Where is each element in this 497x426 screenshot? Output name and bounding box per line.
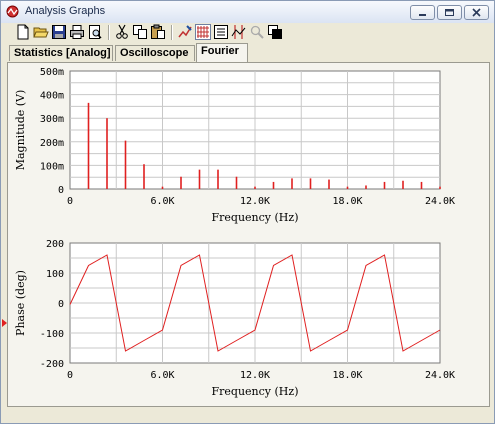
maximize-button[interactable]	[437, 5, 462, 20]
status-bar	[1, 407, 494, 423]
copy-icon	[133, 25, 147, 39]
toggle-legend-icon	[214, 25, 228, 39]
magnitude-chart: 0 100m 200m 300m 400m 500m 0 6.0K 12.0K 18.0K 24.…	[14, 67, 455, 224]
toggle-grid-button[interactable]	[195, 24, 211, 40]
print-button[interactable]	[69, 24, 85, 40]
tab-statistics-analog[interactable]: Statistics [Analog]	[9, 45, 113, 61]
print-icon	[70, 25, 84, 39]
open-button[interactable]	[33, 24, 49, 40]
cursors-icon	[231, 25, 246, 39]
magnitude-y-tick-labels: 0 100m 200m 300m 400m 500m	[40, 67, 64, 196]
zoom-button[interactable]	[249, 24, 265, 40]
minimize-button[interactable]	[410, 5, 435, 20]
paste-button[interactable]	[150, 24, 166, 40]
save-icon	[52, 25, 66, 39]
close-icon	[472, 8, 481, 17]
cursors-button[interactable]	[231, 24, 247, 40]
graph-properties-button[interactable]	[177, 24, 193, 40]
x-tick-label: 24.0K	[425, 370, 455, 381]
toolbar	[1, 23, 494, 43]
maximize-icon	[445, 9, 454, 16]
x-tick-label: 18.0K	[332, 196, 362, 207]
reverse-colors-icon	[268, 25, 282, 39]
y-tick-label: 100m	[40, 161, 64, 172]
y-tick-label: 200m	[40, 138, 64, 149]
new-file-icon	[17, 24, 29, 40]
trace-select-marker[interactable]	[2, 319, 7, 327]
graph-properties-icon	[178, 25, 192, 38]
open-folder-icon	[33, 27, 49, 38]
toggle-grid-icon	[197, 26, 209, 38]
window-title: Analysis Graphs	[25, 5, 106, 17]
magnitude-y-axis-label: Magnitude (V)	[14, 90, 27, 171]
fourier-charts: 0 100m 200m 300m 400m 500m 0 6.0K 12.0K 18.0K 24.…	[14, 67, 455, 398]
close-button[interactable]	[464, 5, 489, 20]
y-tick-label: 300m	[40, 114, 64, 125]
x-tick-label: 0	[67, 370, 73, 381]
tab-oscilloscope[interactable]: Oscilloscope	[115, 45, 195, 61]
zoom-icon	[250, 25, 264, 39]
x-tick-label: 0	[67, 196, 73, 207]
new-file-button[interactable]	[15, 24, 31, 40]
x-tick-label: 12.0K	[240, 196, 270, 207]
analysis-graph-icon	[6, 5, 19, 18]
y-tick-label: 400m	[40, 91, 64, 102]
phase-y-axis-label: Phase (deg)	[14, 270, 27, 336]
y-tick-label: -200	[40, 359, 64, 370]
y-tick-label: 100	[46, 269, 64, 280]
save-button[interactable]	[51, 24, 67, 40]
x-tick-label: 6.0K	[150, 370, 174, 381]
toolbar-separator	[171, 25, 173, 40]
magnitude-x-tick-labels: 0 6.0K 12.0K 18.0K 24.0K	[67, 196, 455, 207]
magnitude-x-axis-label: Frequency (Hz)	[212, 211, 299, 224]
title-bar[interactable]: Analysis Graphs	[1, 1, 494, 24]
y-tick-label: 200	[46, 239, 64, 250]
tab-fourier[interactable]: Fourier	[196, 43, 248, 62]
copy-button[interactable]	[132, 24, 148, 40]
reverse-colors-button[interactable]	[267, 24, 283, 40]
toolbar-separator	[108, 25, 110, 40]
print-preview-icon	[89, 25, 102, 39]
phase-y-tick-labels: -200 -100 0 100 200	[40, 239, 64, 370]
cut-icon	[116, 24, 128, 39]
phase-chart: -200 -100 0 100 200 0 6.0K 12.0K 18.0K 24.0K Fre…	[14, 239, 455, 398]
x-tick-label: 12.0K	[240, 370, 270, 381]
x-tick-label: 6.0K	[150, 196, 174, 207]
toggle-legend-button[interactable]	[213, 24, 229, 40]
y-tick-label: 0	[58, 185, 64, 196]
minimize-icon	[419, 14, 426, 16]
x-tick-label: 24.0K	[425, 196, 455, 207]
y-tick-label: -100	[40, 329, 64, 340]
phase-x-axis-label: Frequency (Hz)	[212, 385, 299, 398]
analysis-graphs-window: Analysis Graphs Statistics [Analog] Osci…	[0, 0, 495, 424]
print-preview-button[interactable]	[87, 24, 103, 40]
phase-x-tick-labels: 0 6.0K 12.0K 18.0K 24.0K	[67, 370, 455, 381]
x-tick-label: 18.0K	[332, 370, 362, 381]
y-tick-label: 0	[58, 299, 64, 310]
cut-button[interactable]	[114, 24, 130, 40]
y-tick-label: 500m	[40, 67, 64, 78]
paste-icon	[151, 24, 165, 39]
